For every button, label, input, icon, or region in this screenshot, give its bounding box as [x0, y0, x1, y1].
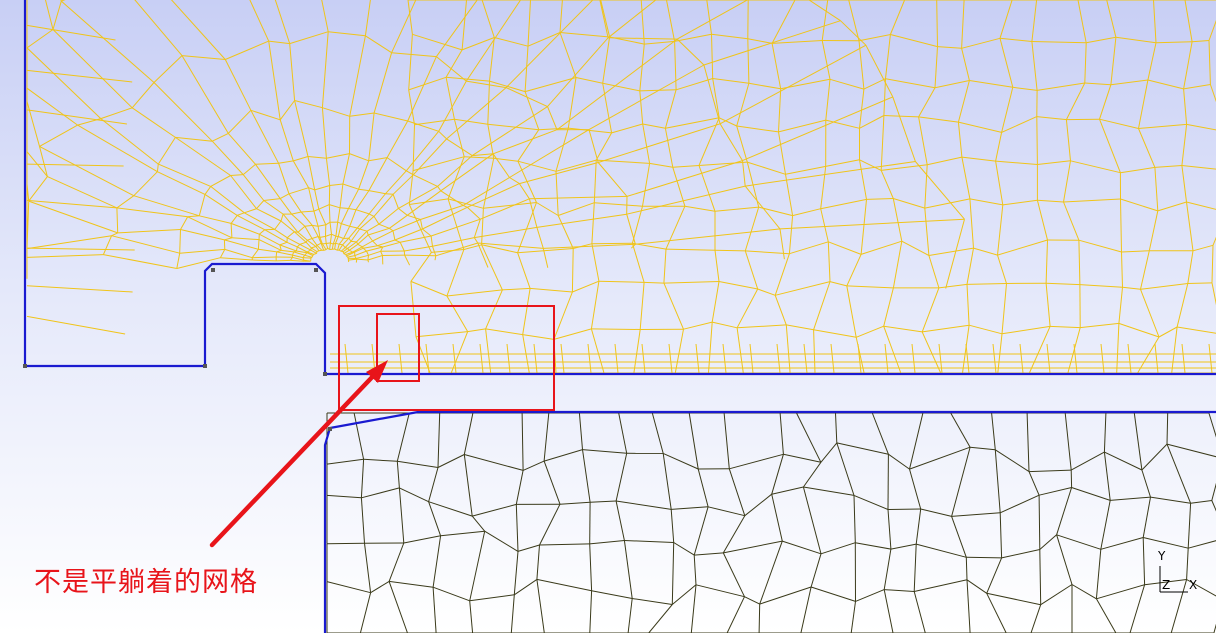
mesh-viewport[interactable]: Y Z X 不是平躺着的网格	[0, 0, 1216, 633]
triad-x-label: X	[1189, 578, 1197, 592]
axis-triad: Y Z X	[1157, 549, 1197, 593]
mesh-canvas[interactable]: Y Z X	[0, 0, 1216, 633]
lower-solid-mesh	[326, 412, 1216, 633]
triad-y-label: Y	[1157, 549, 1166, 563]
outer-highlight-box	[338, 305, 555, 411]
triad-z-label: Z	[1162, 578, 1170, 592]
annotation-callout-text: 不是平躺着的网格	[34, 567, 258, 598]
lower-body-edge	[323, 410, 1216, 633]
boundary-vertices	[23, 268, 332, 431]
inner-highlight-box	[376, 313, 420, 382]
highlight-boxes	[338, 305, 555, 411]
callout-arrow	[209, 360, 388, 548]
